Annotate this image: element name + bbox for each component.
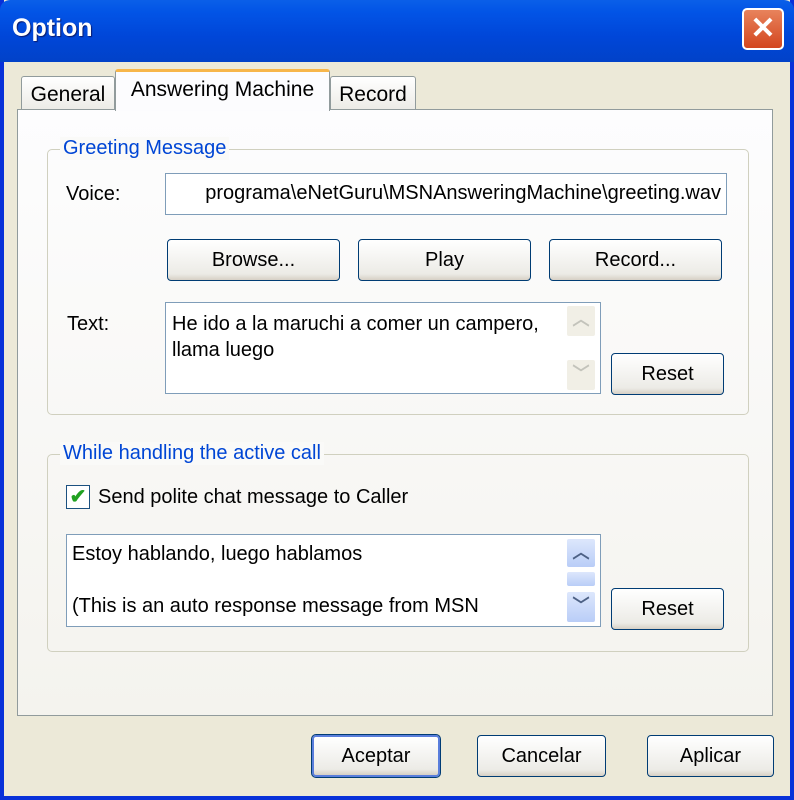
voice-label: Voice: [66,183,121,205]
browse-button[interactable]: Browse... [167,239,340,281]
tab-record[interactable]: Record [330,76,416,110]
message-line: Estoy hablando, luego hablamos [72,543,363,565]
greeting-legend: Greeting Message [60,137,230,160]
greeting-text-line: He ido a la maruchi a comer un campero, [172,313,539,335]
greeting-text-area[interactable]: He ido a la maruchi a comer un campero, … [165,302,601,394]
scroll-down-icon[interactable]: ﹀ [566,359,596,391]
accept-button[interactable]: Aceptar [311,734,441,778]
greeting-reset-button[interactable]: Reset [611,353,724,395]
polite-message-checkbox[interactable]: ✔ [66,485,90,509]
window-title: Option [12,14,93,42]
record-button[interactable]: Record... [549,239,722,281]
polite-message-text-area[interactable]: Estoy hablando, luego hablamos (This is … [66,534,601,627]
title-bar[interactable]: Option ✕ [0,0,794,62]
voice-path-input[interactable]: programa\eNetGuru\MSNAnsweringMachine\gr… [165,173,727,215]
cancel-button[interactable]: Cancelar [477,735,606,777]
play-button[interactable]: Play [358,239,531,281]
active-call-legend: While handling the active call [60,442,324,465]
message-line: (This is an auto response message from M… [72,595,479,617]
text-label: Text: [67,313,110,335]
tab-general[interactable]: General [21,76,115,110]
scrollbar-thumb[interactable] [566,571,596,587]
message-reset-button[interactable]: Reset [611,588,724,630]
greeting-text-line: llama luego [172,339,275,361]
scroll-up-icon[interactable]: ︿ [566,305,596,337]
tab-answering-machine[interactable]: Answering Machine [115,69,330,111]
scroll-up-icon[interactable]: ︿ [566,538,596,568]
polite-message-label[interactable]: Send polite chat message to Caller [98,486,408,509]
voice-path-text: programa\eNetGuru\MSNAnsweringMachine\gr… [205,182,721,204]
close-icon[interactable]: ✕ [742,8,784,50]
scroll-down-icon[interactable]: ﹀ [566,591,596,623]
apply-button[interactable]: Aplicar [647,735,774,777]
